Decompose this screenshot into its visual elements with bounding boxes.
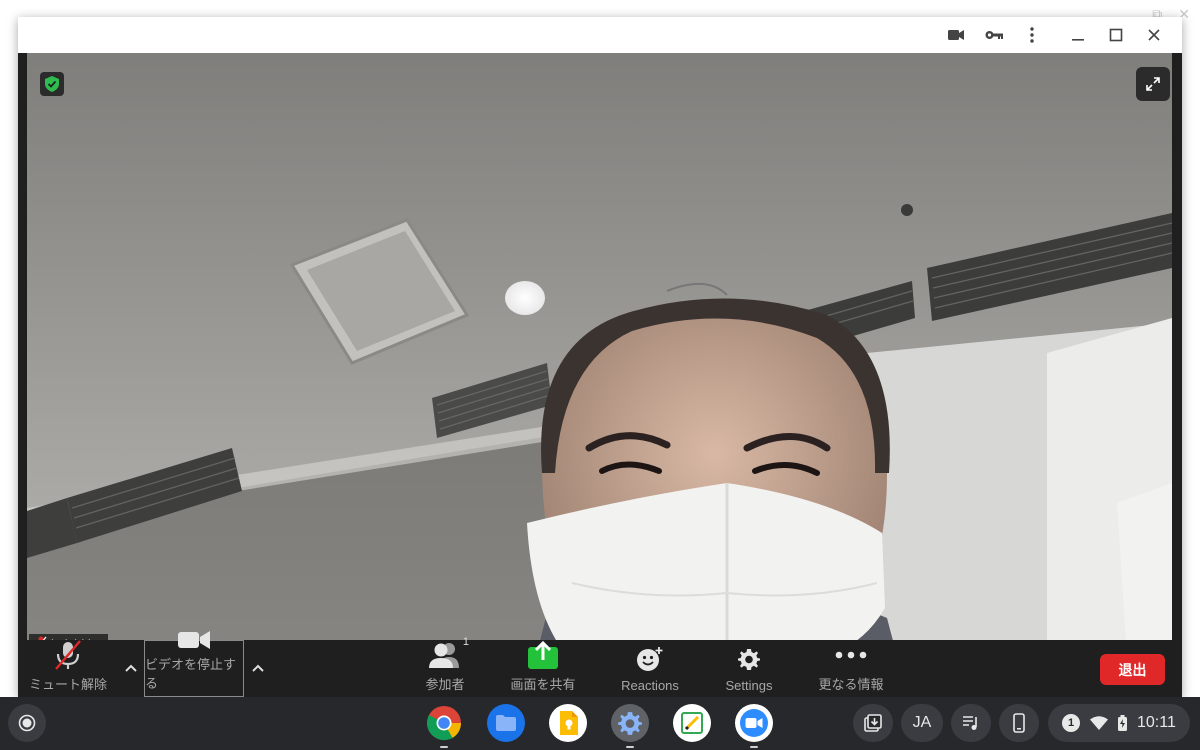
camera-image xyxy=(27,53,1172,656)
system-shelf: JA 1 10:11 xyxy=(0,697,1200,750)
participants-label: 参加者 xyxy=(425,677,465,692)
playlist-music-icon xyxy=(963,716,977,730)
more-horiz-icon xyxy=(835,640,867,670)
status-area[interactable]: 1 10:11 xyxy=(1048,704,1190,742)
notification-count-badge: 1 xyxy=(1062,714,1080,732)
share-screen-button[interactable]: 画面を共有 xyxy=(502,640,584,697)
phone-hub-button[interactable] xyxy=(999,704,1039,742)
battery-charging-icon xyxy=(1118,715,1127,731)
stop-video-button[interactable]: ビデオを停止する xyxy=(144,631,244,697)
video-feed: koichi ito xyxy=(27,53,1172,656)
titlebar xyxy=(18,17,1182,53)
clock: 10:11 xyxy=(1137,714,1176,731)
stop-video-label: ビデオを停止する xyxy=(145,657,237,691)
ime-button[interactable]: JA xyxy=(901,704,943,742)
settings-app[interactable] xyxy=(611,704,649,748)
files-app[interactable] xyxy=(487,704,525,742)
settings-button[interactable]: Settings xyxy=(714,640,784,697)
reactions-button[interactable]: Reactions xyxy=(608,640,692,697)
minimize-icon[interactable] xyxy=(1060,17,1096,53)
share-screen-label: 画面を共有 xyxy=(510,677,576,692)
launcher-circle-icon xyxy=(18,714,36,732)
more-label: 更なる情報 xyxy=(818,677,884,692)
holding-space-icon xyxy=(864,714,882,732)
gear-icon xyxy=(737,644,761,674)
media-controls-button[interactable] xyxy=(951,704,991,742)
close-icon[interactable] xyxy=(1136,17,1172,53)
fullscreen-icon[interactable] xyxy=(1136,67,1170,101)
more-button[interactable]: 更なる情報 xyxy=(808,640,894,697)
zoom-window: koichi ito ミュート解除 ビデオを停止する 1 参 xyxy=(18,17,1182,697)
unmute-label: ミュート解除 xyxy=(28,677,107,692)
audio-options-chevron-up-icon[interactable] xyxy=(121,658,141,678)
phone-icon xyxy=(1013,713,1025,733)
chrome-icon xyxy=(427,706,461,741)
camera-icon[interactable] xyxy=(938,17,974,53)
running-indicator xyxy=(750,746,758,748)
running-indicator xyxy=(626,746,634,748)
keep-app[interactable] xyxy=(549,704,587,742)
wifi-icon xyxy=(1090,716,1108,730)
participants-count: 1 xyxy=(462,636,469,648)
more-vert-icon[interactable] xyxy=(1014,17,1050,53)
add-reaction-icon xyxy=(636,644,664,674)
participants-button[interactable]: 1 参加者 xyxy=(410,636,480,697)
zoom-app[interactable] xyxy=(735,704,773,748)
maximize-icon[interactable] xyxy=(1098,17,1134,53)
keep-icon xyxy=(560,711,578,735)
canvas-app[interactable] xyxy=(673,704,711,742)
participants-icon: 1 xyxy=(429,636,469,670)
zoom-icon xyxy=(740,709,768,737)
running-indicator xyxy=(440,746,448,748)
video-camera-icon xyxy=(178,630,210,650)
files-icon xyxy=(496,715,516,731)
holding-space-button[interactable] xyxy=(853,704,893,742)
encryption-shield-icon[interactable] xyxy=(40,72,64,96)
settings-icon xyxy=(618,712,642,735)
meeting-toolbar: ミュート解除 ビデオを停止する 1 参加者 画面を共有 Reactions Se… xyxy=(18,631,1182,697)
video-options-chevron-up-icon[interactable] xyxy=(248,658,268,678)
settings-label: Settings xyxy=(725,678,773,693)
key-icon[interactable] xyxy=(976,17,1012,53)
reactions-label: Reactions xyxy=(621,678,679,693)
chrome-app[interactable] xyxy=(425,704,463,748)
muted-mic-icon xyxy=(53,640,83,670)
share-screen-icon xyxy=(528,640,558,670)
leave-meeting-button[interactable]: 退出 xyxy=(1100,654,1165,685)
canvas-icon xyxy=(681,712,703,734)
launcher-button[interactable] xyxy=(8,704,46,742)
unmute-button[interactable]: ミュート解除 xyxy=(20,640,116,697)
